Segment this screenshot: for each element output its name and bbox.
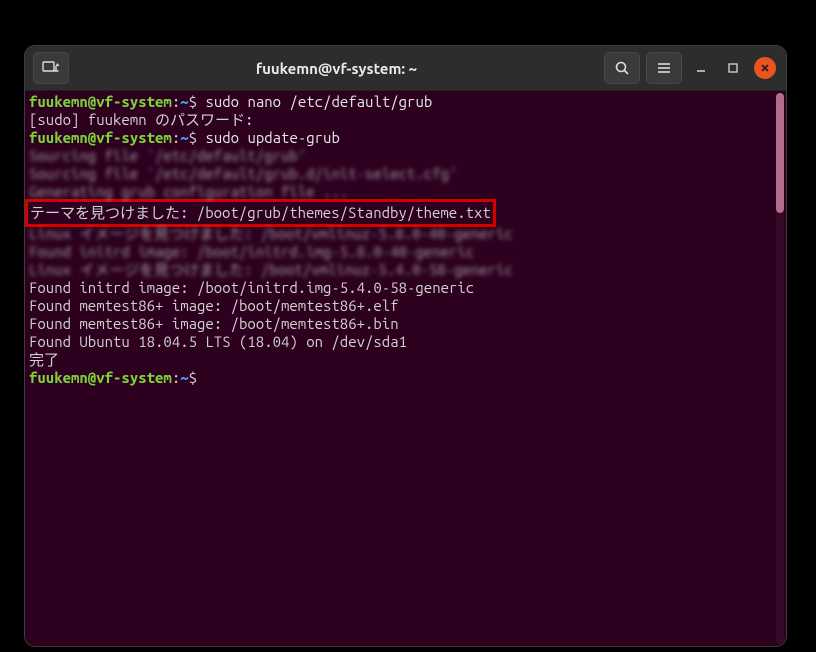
prompt-line: fuukemn@vf-system:~$: [29, 369, 770, 387]
output-line: [sudo] fuukemn のパスワード:: [29, 111, 770, 129]
close-icon: [760, 63, 770, 73]
maximize-button[interactable]: [720, 55, 746, 81]
new-tab-icon: [42, 61, 60, 75]
command-text: sudo update-grub: [205, 129, 339, 146]
prompt-user: fuukemn@vf-system: [29, 93, 172, 110]
scrollbar[interactable]: [776, 93, 784, 644]
terminal-body[interactable]: fuukemn@vf-system:~$ sudo nano /etc/defa…: [25, 91, 786, 646]
maximize-icon: [727, 62, 739, 74]
output-line: 完了: [29, 351, 770, 369]
output-line: Found Ubuntu 18.04.5 LTS (18.04) on /dev…: [29, 333, 770, 351]
minimize-button[interactable]: [688, 55, 714, 81]
minimize-icon: [695, 62, 707, 74]
output-line: Found memtest86+ image: /boot/memtest86+…: [29, 297, 770, 315]
terminal-window: fuukemn@vf-system: ~: [25, 46, 786, 646]
output-line: Found initrd image: /boot/initrd.img-5.8…: [29, 243, 770, 261]
prompt-path: ~: [180, 93, 188, 110]
hamburger-icon: [656, 61, 672, 75]
output-line: Found initrd image: /boot/initrd.img-5.4…: [29, 279, 770, 297]
titlebar: fuukemn@vf-system: ~: [25, 46, 786, 91]
menu-button[interactable]: [646, 52, 682, 84]
search-icon: [614, 60, 630, 76]
window-title: fuukemn@vf-system: ~: [75, 60, 598, 77]
output-line: Sourcing file `/etc/default/grub': [29, 147, 770, 165]
output-line: Found memtest86+ image: /boot/memtest86+…: [29, 315, 770, 333]
highlight-annotation: テーマを見つけました: /boot/grub/themes/Standby/th…: [25, 199, 496, 227]
output-line: Linux イメージを見つけました: /boot/vmlinuz-5.8.0-4…: [29, 225, 770, 243]
output-line: Linux イメージを見つけました: /boot/vmlinuz-5.4.0-5…: [29, 261, 770, 279]
search-button[interactable]: [604, 52, 640, 84]
output-line: Generating grub configuration file ...: [29, 183, 770, 201]
close-button[interactable]: [752, 55, 778, 81]
prompt-line: fuukemn@vf-system:~$ sudo update-grub: [29, 129, 770, 147]
output-line: Sourcing file `/etc/default/grub.d/init-…: [29, 165, 770, 183]
prompt-line: fuukemn@vf-system:~$ sudo nano /etc/defa…: [29, 93, 770, 111]
command-text: sudo nano /etc/default/grub: [205, 93, 432, 110]
scrollbar-thumb[interactable]: [776, 93, 784, 213]
output-line: テーマを見つけました: /boot/grub/themes/Standby/th…: [30, 202, 491, 224]
new-tab-button[interactable]: [33, 52, 69, 84]
